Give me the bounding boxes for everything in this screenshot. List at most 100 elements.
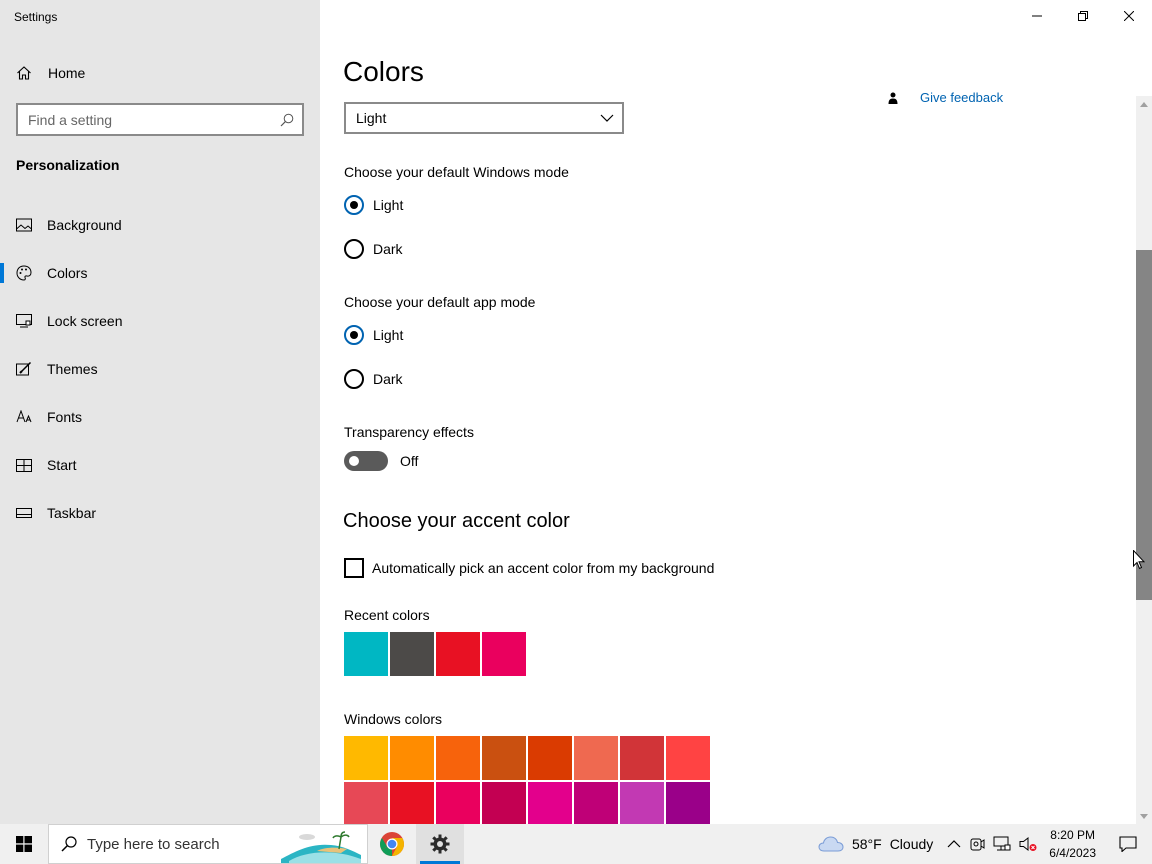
windows-color-swatch[interactable] bbox=[482, 736, 526, 780]
windows-mode-light-radio[interactable]: Light bbox=[344, 194, 403, 216]
dropdown-value: Light bbox=[356, 110, 387, 126]
search-icon[interactable] bbox=[280, 113, 294, 127]
network-button[interactable] bbox=[989, 824, 1015, 864]
themes-brush-icon bbox=[16, 361, 32, 377]
recent-color-swatch[interactable] bbox=[390, 632, 434, 676]
start-button[interactable] bbox=[0, 824, 48, 864]
recent-color-swatch[interactable] bbox=[436, 632, 480, 676]
settings-search-input[interactable] bbox=[28, 111, 280, 128]
app-mode-label: Choose your default app mode bbox=[344, 294, 536, 310]
clock-time: 8:20 PM bbox=[1050, 828, 1095, 842]
windows-color-swatch[interactable] bbox=[436, 736, 480, 780]
taskbar: Type here to search 58°F Cloudy 8:20 PM … bbox=[0, 824, 1152, 864]
radio-circle bbox=[344, 325, 364, 345]
feedback-person-icon bbox=[888, 92, 898, 104]
windows-color-swatch[interactable] bbox=[436, 782, 480, 824]
windows-color-swatch[interactable] bbox=[666, 782, 710, 824]
app-mode-dark-radio[interactable]: Dark bbox=[344, 368, 403, 390]
accent-color-heading: Choose your accent color bbox=[343, 510, 570, 532]
home-label: Home bbox=[48, 65, 86, 81]
windows-color-swatch[interactable] bbox=[528, 736, 572, 780]
search-highlight-beach-icon bbox=[281, 831, 361, 863]
windows-color-swatch[interactable] bbox=[344, 736, 388, 780]
sidebar-item-background[interactable]: Background bbox=[0, 205, 320, 245]
weather-widget[interactable]: 58°F Cloudy bbox=[814, 824, 943, 864]
choose-color-dropdown[interactable]: Light bbox=[344, 102, 624, 134]
scroll-up-arrow-icon[interactable] bbox=[1136, 96, 1152, 112]
sidebar-item-taskbar[interactable]: Taskbar bbox=[0, 493, 320, 533]
sidebar-item-label: Lock screen bbox=[47, 313, 123, 329]
radio-label: Light bbox=[373, 197, 404, 213]
chevron-up-icon bbox=[947, 840, 961, 848]
sidebar-item-themes[interactable]: Themes bbox=[0, 349, 320, 389]
minimize-icon bbox=[1032, 15, 1042, 17]
recent-color-swatch[interactable] bbox=[482, 632, 526, 676]
main-content: Colors Give feedback Light Choose your d… bbox=[320, 0, 1152, 824]
windows-color-swatch[interactable] bbox=[482, 782, 526, 824]
taskbar-settings-button[interactable] bbox=[416, 824, 464, 864]
auto-accent-checkbox[interactable] bbox=[344, 558, 364, 578]
sidebar-item-lock-screen[interactable]: Lock screen bbox=[0, 301, 320, 341]
windows-color-swatch[interactable] bbox=[574, 782, 618, 824]
chevron-down-icon bbox=[600, 114, 614, 122]
checkbox-label: Automatically pick an accent color from … bbox=[372, 560, 715, 576]
sidebar-item-label: Background bbox=[47, 217, 122, 233]
lock-screen-icon bbox=[16, 313, 32, 329]
radio-label: Light bbox=[373, 327, 404, 343]
window-controls bbox=[1014, 0, 1152, 32]
action-center-button[interactable] bbox=[1104, 824, 1152, 864]
windows-color-swatch[interactable] bbox=[344, 782, 388, 824]
image-icon bbox=[16, 217, 32, 233]
meet-now-icon bbox=[970, 838, 985, 851]
start-icon bbox=[16, 457, 32, 473]
fonts-icon bbox=[16, 409, 32, 425]
palette-icon bbox=[16, 265, 32, 281]
recent-color-swatch[interactable] bbox=[344, 632, 388, 676]
sidebar-item-label: Taskbar bbox=[47, 505, 97, 521]
windows-color-swatch[interactable] bbox=[574, 736, 618, 780]
sidebar-item-label: Themes bbox=[47, 361, 98, 377]
meet-now-button[interactable] bbox=[965, 824, 989, 864]
close-button[interactable] bbox=[1106, 0, 1152, 32]
gear-icon bbox=[430, 834, 450, 854]
notification-icon bbox=[1119, 836, 1137, 852]
main-scrollbar[interactable] bbox=[1136, 96, 1152, 824]
give-feedback-link[interactable]: Give feedback bbox=[888, 90, 1003, 105]
sidebar-item-colors[interactable]: Colors bbox=[0, 253, 320, 293]
weather-condition: Cloudy bbox=[889, 836, 934, 852]
taskbar-search-placeholder: Type here to search bbox=[87, 835, 220, 853]
app-title: Settings bbox=[14, 10, 58, 24]
sidebar-item-fonts[interactable]: Fonts bbox=[0, 397, 320, 437]
clock-date: 6/4/2023 bbox=[1049, 846, 1096, 860]
windows-color-swatch[interactable] bbox=[620, 782, 664, 824]
auto-accent-checkbox-row[interactable]: Automatically pick an accent color from … bbox=[344, 558, 714, 578]
minimize-button[interactable] bbox=[1014, 0, 1060, 32]
windows-color-swatch[interactable] bbox=[390, 782, 434, 824]
windows-color-swatch[interactable] bbox=[528, 782, 572, 824]
scroll-down-arrow-icon[interactable] bbox=[1136, 808, 1152, 824]
transparency-label: Transparency effects bbox=[344, 424, 474, 440]
scroll-thumb[interactable] bbox=[1136, 250, 1152, 600]
sidebar-item-label: Fonts bbox=[47, 409, 83, 425]
network-icon bbox=[993, 836, 1011, 851]
windows-color-swatch[interactable] bbox=[666, 736, 710, 780]
show-hidden-icons-button[interactable] bbox=[943, 824, 965, 864]
taskbar-chrome-button[interactable] bbox=[368, 824, 416, 864]
recent-colors-grid bbox=[344, 632, 710, 676]
app-mode-light-radio[interactable]: Light bbox=[344, 324, 403, 346]
transparency-toggle-row: Off bbox=[344, 451, 418, 471]
windows-color-swatch[interactable] bbox=[390, 736, 434, 780]
windows-mode-dark-radio[interactable]: Dark bbox=[344, 238, 403, 260]
restore-button[interactable] bbox=[1060, 0, 1106, 32]
radio-label: Dark bbox=[373, 241, 403, 257]
taskbar-search-box[interactable]: Type here to search bbox=[48, 824, 368, 864]
windows-color-swatch[interactable] bbox=[620, 736, 664, 780]
sidebar-item-start[interactable]: Start bbox=[0, 445, 320, 485]
chrome-icon bbox=[380, 832, 404, 856]
settings-search-box[interactable] bbox=[16, 103, 304, 136]
section-title: Personalization bbox=[16, 157, 120, 173]
sidebar-home[interactable]: Home bbox=[16, 62, 85, 84]
clock[interactable]: 8:20 PM 6/4/2023 bbox=[1041, 824, 1104, 864]
transparency-toggle[interactable] bbox=[344, 451, 388, 471]
volume-button[interactable] bbox=[1015, 824, 1041, 864]
